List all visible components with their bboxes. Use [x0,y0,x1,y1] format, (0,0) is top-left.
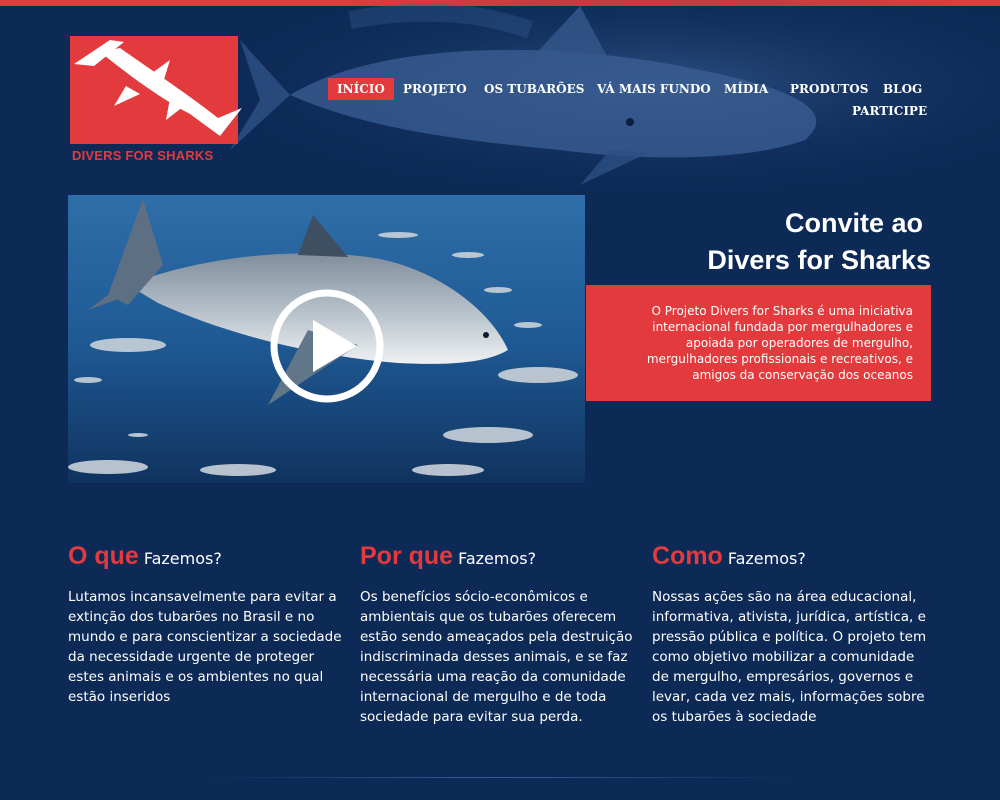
column-como: Como Fazemos? Nossas ações são na área ed… [652,540,932,727]
hero-title: Convite ao Divers for Sharks [591,205,931,279]
hammerhead-shark-logo-icon [74,40,242,136]
logo-wordmark: DIVERS FOR SHARKS [72,148,214,163]
hero-title-line2: Divers for Sharks [707,245,931,275]
footer-divider [210,777,790,778]
play-icon[interactable] [269,288,385,404]
nav-item-participe[interactable]: PARTICIPE [852,100,927,122]
column-text: Os benefícios sócio-econômicos e ambient… [360,589,633,725]
main-navigation: INÍCIO PROJETO OS TUBARÕES VÁ MAIS FUNDO… [328,78,928,128]
column-title-big: O que [68,542,139,570]
column-title-big: Por que [360,542,454,570]
nav-item-projeto[interactable]: PROJETO [403,78,467,100]
column-o-que: O que Fazemos? Lutamos incansavelmente pa… [68,540,348,707]
nav-item-blog[interactable]: BLOG [883,78,922,100]
nav-item-inicio[interactable]: INÍCIO [328,78,394,100]
nav-item-produtos[interactable]: PRODUTOS [790,78,868,100]
column-por-que: Por que Fazemos? Os benefícios sócio-econ… [360,540,640,727]
nav-item-midia[interactable]: MÍDIA [724,78,768,100]
column-title-small: Fazemos? [143,549,222,568]
column-title: Por que Fazemos? [360,540,640,575]
logo[interactable]: DIVERS FOR SHARKS [70,36,242,166]
column-text: Lutamos incansavelmente para evitar a ex… [68,589,342,705]
hero-title-line1: Convite ao [784,208,923,238]
column-title-small: Fazemos? [458,549,537,568]
column-title-big: Como [652,542,723,570]
column-title: O que Fazemos? [68,540,348,575]
nav-item-va-mais-fundo[interactable]: VÁ MAIS FUNDO [597,78,711,100]
hero-intro-text: O Projeto Divers for Sharks é uma inicia… [586,285,931,401]
column-title: Como Fazemos? [652,540,932,575]
column-text: Nossas ações são na área educacional, in… [652,589,927,725]
column-title-small: Fazemos? [727,549,806,568]
nav-item-os-tubaroes[interactable]: OS TUBARÕES [484,78,584,100]
